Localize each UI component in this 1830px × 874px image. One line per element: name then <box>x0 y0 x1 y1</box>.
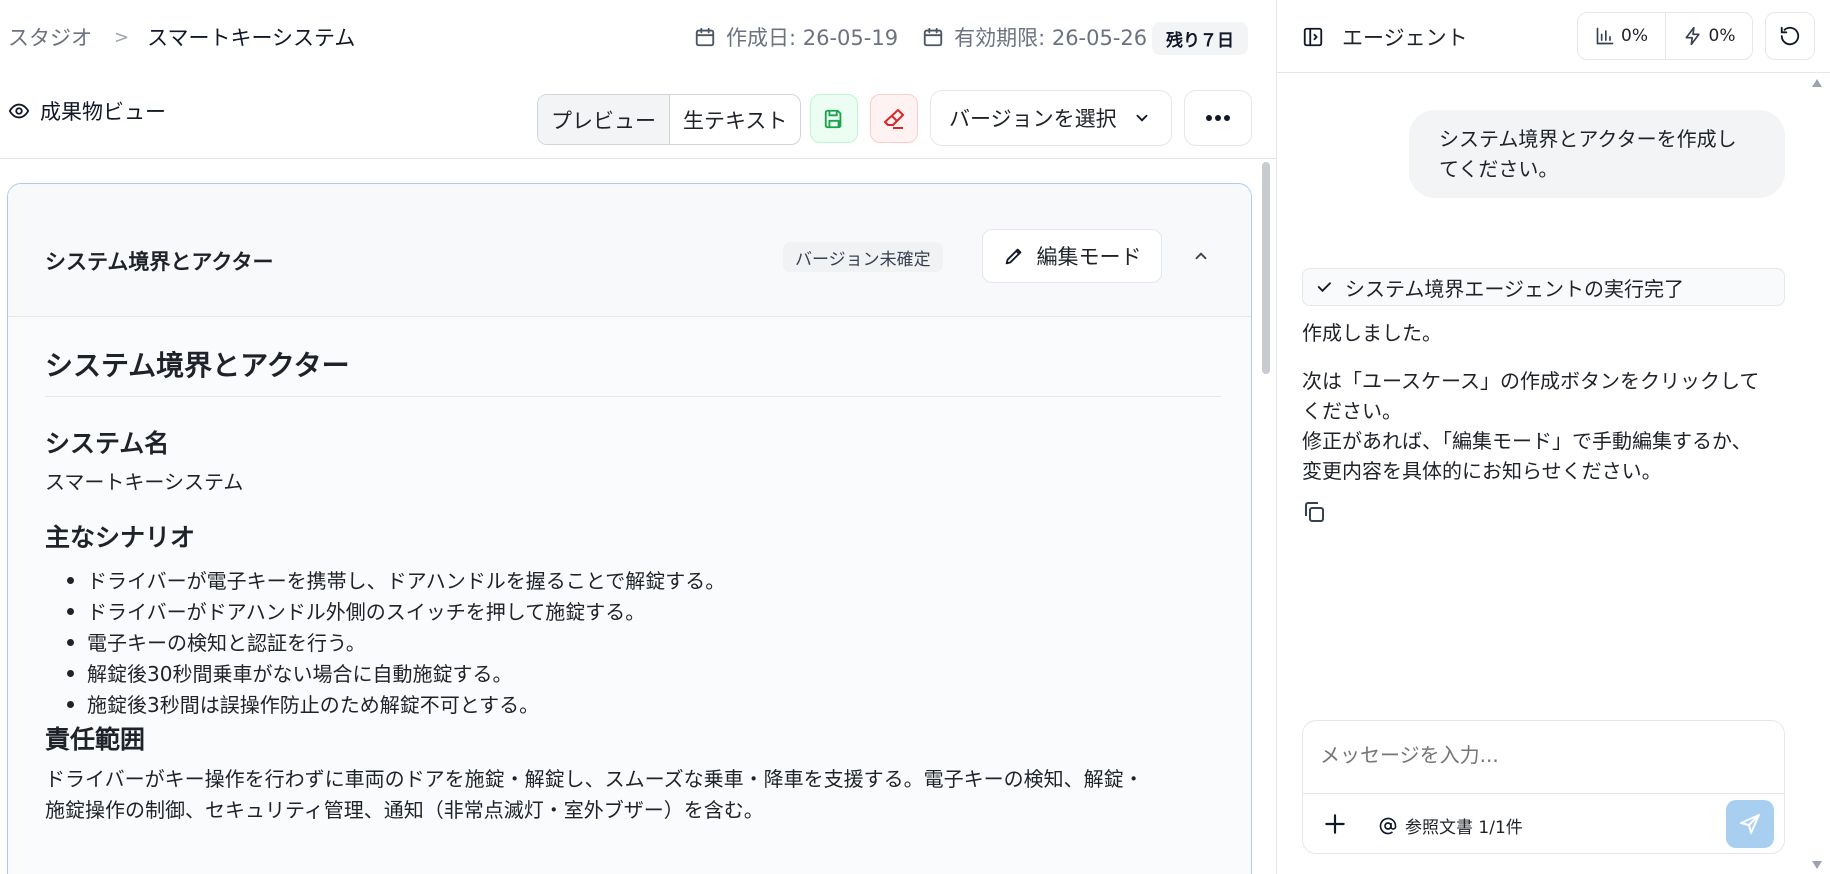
list-item: 電子キーの検知と認証を行う。 <box>45 626 725 657</box>
at-icon <box>1379 817 1397 835</box>
artifact-view-label: 成果物ビュー <box>8 96 166 126</box>
assistant-message: 作成しました。 <box>1302 321 1442 345</box>
version-select-label: バージョンを選択 <box>949 107 1117 131</box>
clear-button[interactable] <box>870 94 918 143</box>
execution-status-label: システム境界エージェントの実行完了 <box>1345 276 1684 301</box>
calendar-icon <box>694 26 716 48</box>
edit-mode-label: 編集モード <box>1036 245 1142 269</box>
reference-docs-label: 参照文書 1/1件 <box>1405 818 1523 838</box>
edit-mode-button[interactable]: 編集モード <box>982 229 1162 283</box>
message-input[interactable] <box>1320 743 1760 767</box>
breadcrumb: スタジオ > スマートキーシステム <box>8 22 355 52</box>
send-button[interactable] <box>1726 800 1774 848</box>
agent-title: エージェント <box>1342 26 1468 50</box>
card-header: システム境界とアクター バージョン未確定 編集モード <box>8 184 1251 317</box>
sidebar-toggle-icon[interactable] <box>1302 26 1324 48</box>
assistant-message: 修正があれば、「編集モード」で手動編集するか、 <box>1302 429 1752 453</box>
view-toggle: プレビュー 生テキスト <box>537 94 802 145</box>
section-text: スマートキーシステム <box>45 470 244 494</box>
breadcrumb-current: スマートキーシステム <box>147 26 356 50</box>
refresh-icon <box>1779 25 1801 47</box>
remaining-days-badge: 残り７日 <box>1152 22 1248 55</box>
user-message: システム境界とアクターを作成し てください。 <box>1409 110 1785 198</box>
save-button[interactable] <box>810 94 858 143</box>
more-options-button[interactable] <box>1184 90 1252 146</box>
execution-status[interactable]: システム境界エージェントの実行完了 <box>1302 268 1785 306</box>
artifact-pane: スタジオ > スマートキーシステム 作成日: 26-05-19 有効期限: 26… <box>0 0 1276 874</box>
title-divider <box>45 396 1221 397</box>
ellipsis-icon <box>1205 114 1231 122</box>
user-message-line: てください。 <box>1439 157 1559 181</box>
assistant-message: ください。 <box>1302 399 1402 423</box>
agent-header: エージェント <box>1302 22 1468 52</box>
breadcrumb-separator: > <box>114 26 130 48</box>
calendar-icon <box>922 26 944 48</box>
message-composer: 参照文書 1/1件 <box>1302 720 1785 854</box>
section-heading: システム名 <box>45 429 170 458</box>
toolbar-divider <box>0 158 1276 159</box>
artifact-card: システム境界とアクター バージョン未確定 編集モード システム境界とアクター シ… <box>7 183 1252 874</box>
section-text: ドライバーがキー操作を行わずに車両のドアを施錠・解錠し、スムーズな乗車・降車を支… <box>45 767 1144 791</box>
raw-text-tab[interactable]: 生テキスト <box>670 95 800 144</box>
eye-icon <box>8 100 30 122</box>
assistant-message: 変更内容を具体的にお知らせください。 <box>1302 459 1662 483</box>
list-item: 解錠後30秒間乗車がない場合に自動施錠する。 <box>45 657 725 688</box>
chevron-up-icon <box>1192 247 1210 265</box>
copy-icon <box>1302 500 1326 524</box>
eraser-icon <box>882 107 906 131</box>
send-icon <box>1738 812 1762 836</box>
agent-pane: エージェント 0% 0% システム境界とアクターを作成し てください。 システム… <box>1276 0 1830 874</box>
view-title: 成果物ビュー <box>40 100 166 124</box>
list-item: ドライバーが電子キーを携帯し、ドアハンドルを握ることで解錠する。 <box>45 564 725 595</box>
collapse-button[interactable] <box>1192 247 1210 265</box>
scenario-list: ドライバーが電子キーを携帯し、ドアハンドルを握ることで解錠する。 ドライバーがド… <box>45 564 725 719</box>
chart-stat: 0% <box>1578 13 1665 59</box>
section-text: 施錠操作の制御、セキュリティ管理、通知（非常点滅灯・室外ブザー）を含む。 <box>45 798 764 822</box>
scroll-down-arrow[interactable] <box>1811 860 1823 870</box>
user-message-line: システム境界とアクターを作成し <box>1439 127 1737 151</box>
assistant-message: 次は「ユースケース」の作成ボタンをクリックして <box>1302 369 1760 393</box>
scrollbar-thumb[interactable] <box>1262 162 1270 374</box>
scroll-up-arrow[interactable] <box>1811 78 1823 88</box>
chevron-down-icon <box>1133 109 1151 127</box>
created-date: 作成日: 26-05-19 <box>726 26 899 50</box>
list-item: 施錠後3秒間は誤操作防止のため解錠不可とする。 <box>45 688 725 719</box>
chart-stat-value: 0% <box>1621 26 1648 46</box>
section-heading: 主なシナリオ <box>45 523 196 552</box>
copy-button[interactable] <box>1302 500 1326 524</box>
section-heading: 責任範囲 <box>45 725 146 754</box>
list-item: ドライバーがドアハンドル外側のスイッチを押して施錠する。 <box>45 595 725 626</box>
lightning-icon <box>1683 26 1703 46</box>
expiry-date: 有効期限: 26-05-26 <box>954 26 1148 50</box>
check-icon <box>1315 278 1333 296</box>
status-badge: バージョン未確定 <box>783 242 943 272</box>
save-icon <box>823 108 845 130</box>
version-select[interactable]: バージョンを選択 <box>930 90 1172 146</box>
date-info: 作成日: 26-05-19 有効期限: 26-05-26 <box>694 22 1147 52</box>
pencil-icon <box>1003 245 1025 267</box>
plus-icon <box>1322 811 1348 837</box>
add-attachment-button[interactable] <box>1322 811 1348 837</box>
reference-docs-button[interactable]: 参照文書 1/1件 <box>1379 813 1523 838</box>
bolt-stat-value: 0% <box>1708 26 1736 46</box>
preview-tab[interactable]: プレビュー <box>538 95 670 144</box>
card-title: システム境界とアクター <box>45 250 274 274</box>
breadcrumb-studio[interactable]: スタジオ <box>8 22 92 52</box>
bar-chart-icon <box>1595 26 1615 46</box>
bolt-stat: 0% <box>1665 13 1752 59</box>
usage-stats: 0% 0% <box>1577 12 1753 60</box>
document-title: システム境界とアクター <box>45 349 350 382</box>
header-divider <box>1277 72 1830 73</box>
composer-divider <box>1303 793 1784 794</box>
reset-button[interactable] <box>1765 12 1815 60</box>
